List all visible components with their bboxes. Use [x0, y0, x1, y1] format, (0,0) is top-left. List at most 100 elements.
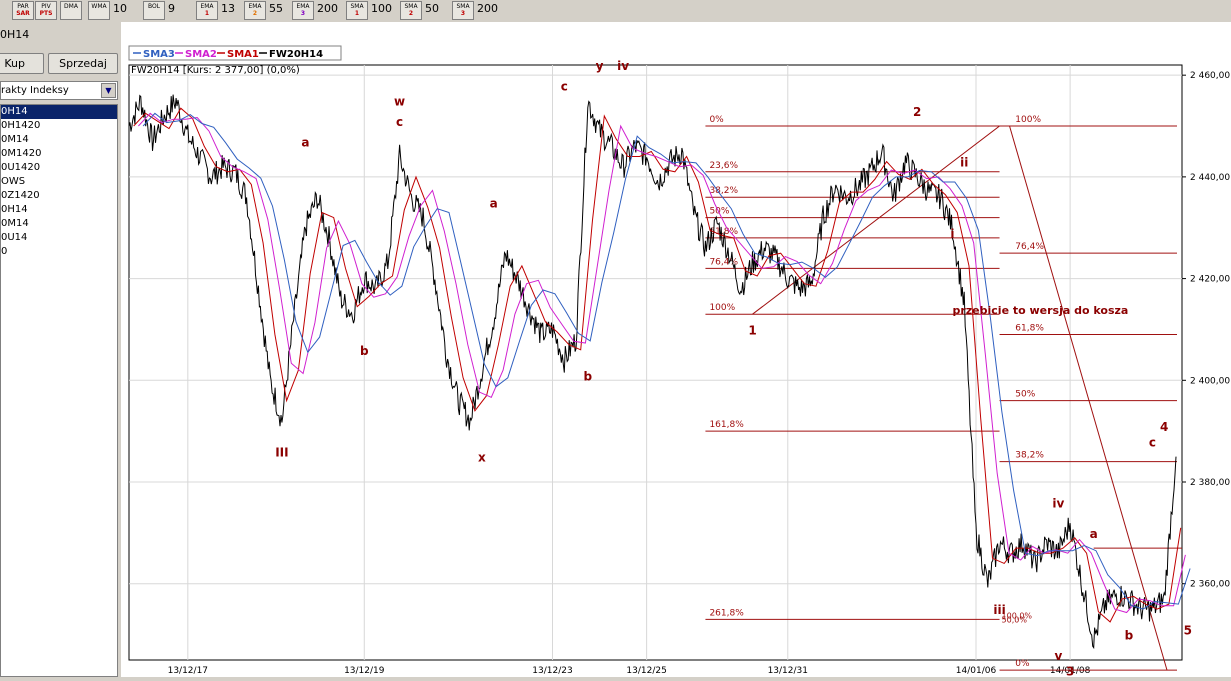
wave-annotation: a [301, 135, 309, 149]
y-tick-label: 2 460,00 [1190, 71, 1230, 81]
wave-annotation: w [394, 95, 405, 109]
wave-annotation: a [490, 196, 498, 210]
indicator-button-label: PAR [17, 3, 29, 10]
indicator-button-wma[interactable]: WMA [88, 1, 110, 20]
indicator-button-label: EMA [248, 3, 262, 10]
wave-annotation: a [1090, 527, 1098, 541]
indicator-period-value: 50 [425, 2, 439, 15]
wave-annotation: iii [993, 603, 1005, 617]
wave-annotation: III [275, 446, 288, 460]
indicator-button-index: PTS [39, 10, 53, 17]
fib-level-label: 76,4% [1015, 242, 1044, 252]
sell-button[interactable]: Sprzedaj [48, 53, 118, 74]
x-tick-label: 13/12/19 [344, 666, 385, 676]
list-item[interactable]: 0H14 [1, 203, 117, 217]
instrument-title: 0H14 [0, 28, 30, 41]
instrument-list[interactable]: 0H14 0H1420 0M14 0M1420 0U1420 OWS 0Z1420 0H14 0… [0, 104, 118, 677]
category-select[interactable]: rakty Indeksy ▼ [0, 81, 118, 100]
fib-level-label: 0% [709, 115, 724, 125]
list-item[interactable]: 0H14 [1, 105, 117, 119]
y-tick-label: 2 440,00 [1190, 173, 1230, 183]
category-select-value: rakty Indeksy [1, 85, 69, 96]
wave-annotation: 5 [1184, 624, 1192, 638]
indicator-period-value: 200 [317, 2, 338, 15]
indicator-button-label: BOL [147, 3, 161, 10]
indicator-button-par-sar[interactable]: PAR SAR [12, 1, 34, 20]
indicator-button-index: 3 [460, 10, 466, 17]
list-item[interactable]: 0H1420 [1, 119, 117, 133]
list-item[interactable]: 0U1420 [1, 161, 117, 175]
indicator-button-index: 1 [354, 10, 360, 17]
wave-annotation: ii [960, 156, 968, 170]
buy-button[interactable]: Kup [0, 53, 44, 74]
indicator-button-ema-2[interactable]: EMA 2 [244, 1, 266, 20]
wave-annotation: iv [617, 59, 629, 73]
indicator-button-sma-3[interactable]: SMA 3 [452, 1, 474, 20]
indicator-button-dma[interactable]: DMA [60, 1, 82, 20]
indicator-toolbar: PAR SAR PIV PTS DMA WMA 10 BOL 9 EMA 1 13 EMA 2 55 EMA 3… [0, 0, 1231, 22]
indicator-button-sma-1[interactable]: SMA 1 [346, 1, 368, 20]
fib-level-label: 161,8% [709, 420, 744, 430]
wave-annotation: c [1149, 435, 1156, 449]
indicator-button-ema-3[interactable]: EMA 3 [292, 1, 314, 20]
indicator-period-value: 100 [371, 2, 392, 15]
wave-annotation: v [1054, 649, 1062, 663]
y-tick-label: 2 400,00 [1190, 376, 1230, 386]
list-item[interactable]: 0M1420 [1, 147, 117, 161]
list-item[interactable]: 0Z1420 [1, 189, 117, 203]
indicator-button-index: 1 [204, 10, 210, 17]
wave-annotation: x [478, 451, 486, 465]
indicator-period-value: 200 [477, 2, 498, 15]
chart-area[interactable]: 2 360,00 2 380,00 2 400,00 2 420,00 2 440,00… [121, 22, 1231, 678]
wave-annotation: przebicie to wersja do kosza [952, 304, 1128, 317]
wave-annotation: iv [1052, 496, 1064, 510]
indicator-button-label: PIV [41, 3, 51, 10]
indicator-button-index: 2 [252, 10, 258, 17]
indicator-period-value: 13 [221, 2, 235, 15]
indicator-button-piv-pts[interactable]: PIV PTS [35, 1, 57, 20]
fib-level-label: 100% [709, 303, 735, 313]
fib-level-label: 50% [1015, 390, 1035, 400]
fib-level-label: 38,2% [1015, 451, 1044, 461]
fib-level-label: 38,2% [709, 186, 738, 196]
wave-annotation: 3 [1066, 664, 1074, 677]
wave-annotation: b [1125, 629, 1134, 643]
indicator-button-sma-2[interactable]: SMA 2 [400, 1, 422, 20]
indicator-button-index: 3 [300, 10, 306, 17]
x-tick-label: 14/01/06 [956, 666, 997, 676]
indicator-period-value: 55 [269, 2, 283, 15]
indicator-button-label: SMA [350, 3, 364, 10]
fib-level-label: 261,8% [709, 608, 744, 618]
indicator-button-bol[interactable]: BOL [143, 1, 165, 20]
list-item[interactable]: 0M14 [1, 217, 117, 231]
y-tick-label: 2 380,00 [1190, 478, 1230, 488]
list-item[interactable]: 0M14 [1, 133, 117, 147]
y-tick-label: 2 360,00 [1190, 580, 1230, 590]
list-item[interactable]: OWS [1, 175, 117, 189]
indicator-button-label: EMA [200, 3, 214, 10]
chart-info-label: FW20H14 [Kurs: 2 377,00] (0,0%) [131, 65, 300, 76]
fib-level-label: 50% [709, 207, 729, 217]
list-item[interactable]: 0 [1, 245, 117, 259]
fib-level-label: 23,6% [709, 161, 738, 171]
chevron-down-icon[interactable]: ▼ [101, 83, 116, 98]
list-item[interactable]: 0U14 [1, 231, 117, 245]
legend-entry: SMA2 [185, 49, 217, 60]
x-tick-label: 13/12/17 [168, 666, 208, 676]
wave-annotation: 2 [913, 105, 921, 119]
indicator-button-ema-1[interactable]: EMA 1 [196, 1, 218, 20]
wave-annotation: c [396, 115, 403, 129]
wave-annotation: c [561, 79, 568, 93]
wave-annotation: 1 [748, 324, 756, 338]
indicator-button-label: EMA [296, 3, 310, 10]
wave-annotation: b [584, 369, 593, 383]
indicator-period-value: 10 [113, 2, 127, 15]
indicator-button-index: SAR [16, 10, 30, 17]
indicator-button-label: DMA [64, 3, 78, 10]
x-tick-label: 13/12/25 [626, 666, 666, 676]
indicator-button-label: SMA [404, 3, 418, 10]
price-chart[interactable]: 2 360,00 2 380,00 2 400,00 2 420,00 2 440,00… [121, 22, 1231, 678]
wave-annotation: i [950, 227, 954, 241]
plot-frame [128, 64, 1183, 661]
wave-annotation: 4 [1160, 420, 1168, 434]
